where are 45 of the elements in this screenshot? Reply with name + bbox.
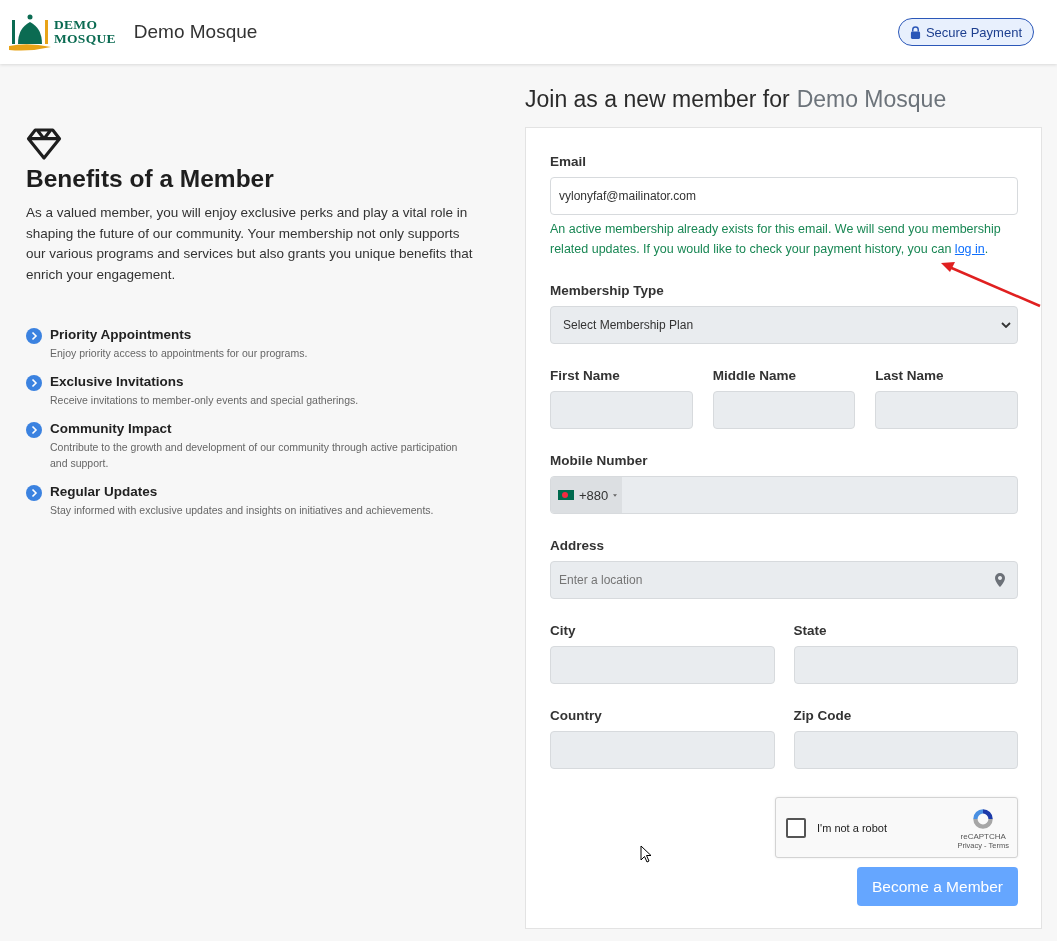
field-label: State (793, 623, 828, 638)
chevron-circle-icon (26, 328, 42, 344)
benefit-title: Community Impact (50, 421, 173, 436)
chevron-circle-icon (26, 422, 42, 438)
email-notice: An active membership already exists for this email. We will send you membership related updates. If you would like to check your payment history, you can log in. (550, 221, 1002, 258)
benefit-description: Receive invitations to member-only events and special gatherings. (50, 393, 359, 408)
lock-icon (909, 25, 921, 39)
benefits-intro: As a valued member, you will enjoy exclusive perks and play a vital role in shaping the future of our community. Your membership not only supports our various programs and services but also grants you unique benefits that enrich your engagement. (26, 204, 474, 284)
site-name: Demo Mosque (133, 21, 258, 43)
field-label: Email (550, 154, 588, 169)
field-label: Zip Code (793, 708, 853, 723)
form-heading: Join as a new member for (525, 86, 790, 113)
benefits-heading: Benefits of a Member (26, 165, 275, 193)
benefit-title: Regular Updates (50, 484, 159, 499)
email-field[interactable]: vylonyfaf@mailinator.com (550, 177, 1018, 215)
benefit-description: Stay informed with exclusive updates and insights on initiatives and achievements. (50, 503, 434, 518)
field-label: Mobile Number (550, 453, 649, 468)
benefit-description: Contribute to the growth and development of our community through active participation and support. (50, 440, 459, 471)
mosque-logo[interactable]: DEMO MOSQUE (8, 12, 116, 52)
chevron-circle-icon (26, 485, 42, 501)
logo-text: MOSQUE (54, 32, 116, 46)
flag-icon (558, 490, 574, 500)
field-label: Middle Name (712, 368, 797, 383)
secure-payment-button[interactable]: Secure Payment (897, 18, 1034, 46)
benefit-description: Enjoy priority access to appointments for our programs. (50, 346, 308, 361)
captcha-brand: reCAPTCHA (960, 831, 1006, 841)
field-label: Last Name (875, 368, 945, 383)
field-label: First Name (550, 368, 621, 383)
caret-icon (613, 493, 618, 497)
field-label: Country (550, 708, 603, 723)
mosque-name: Demo Mosque (796, 86, 947, 113)
field-label: Membership Type (550, 283, 665, 298)
field-label: City (550, 623, 577, 638)
location-pin-icon (995, 573, 1005, 587)
mouse-cursor-icon (640, 845, 652, 863)
field-label: Address (550, 538, 606, 553)
chevron-down-icon (1001, 322, 1011, 328)
benefit-title: Exclusive Invitations (50, 374, 185, 389)
benefit-title: Priority Appointments (50, 327, 193, 342)
diamond-icon (26, 128, 62, 161)
login-link[interactable]: log in (954, 242, 985, 256)
captcha-checkbox[interactable] (786, 817, 806, 838)
captcha-label: I'm not a robot (817, 821, 887, 834)
chevron-circle-icon (26, 375, 42, 391)
logo-text: DEMO (54, 18, 99, 32)
